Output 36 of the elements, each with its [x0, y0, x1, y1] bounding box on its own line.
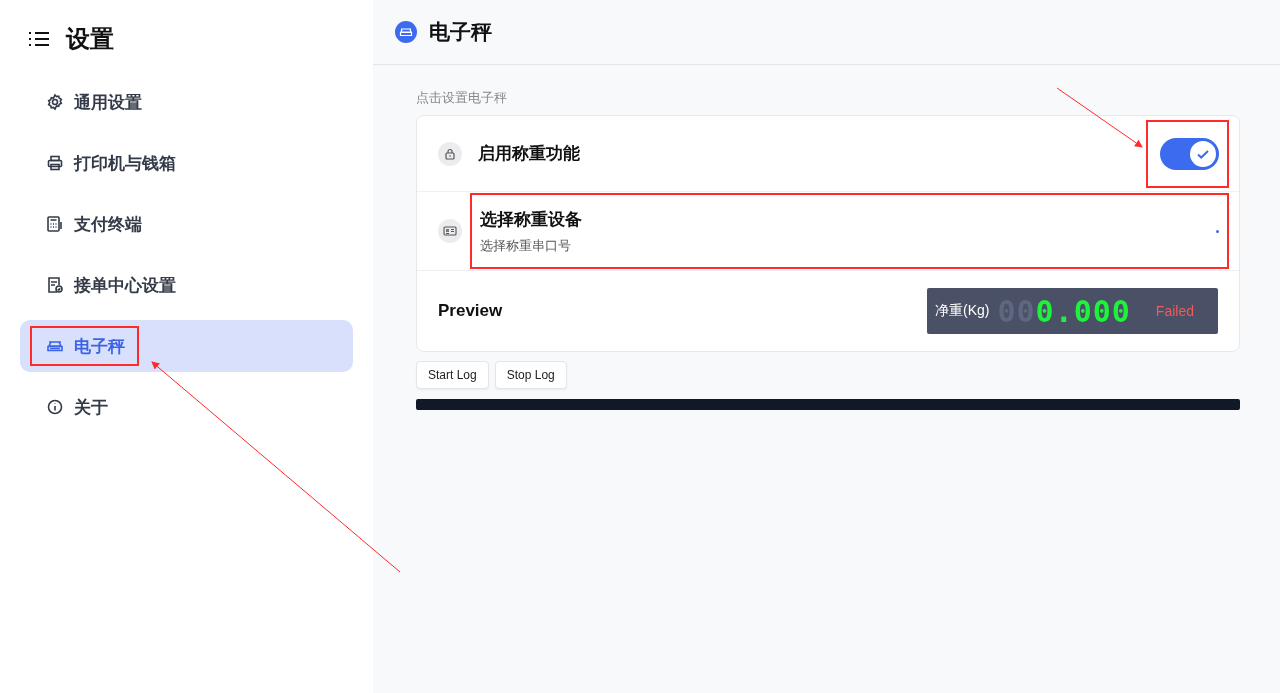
sidebar-item[interactable]: 关于 [20, 381, 353, 433]
sidebar-item[interactable]: 电子秤 [20, 320, 353, 372]
log-button[interactable]: Start Log [416, 361, 489, 389]
gear-icon [46, 93, 64, 111]
sidebar-item-label: 支付终端 [74, 213, 142, 236]
status-text: Failed [1155, 303, 1194, 319]
log-button[interactable]: Stop Log [494, 361, 567, 389]
setting-title: 启用称重功能 [478, 143, 580, 165]
lock-icon [438, 141, 462, 166]
sidebar-item-label: 关于 [74, 396, 108, 419]
device-select-row[interactable]: 选择称重设备 选择称重串口号 [470, 193, 1229, 269]
sidebar-item[interactable]: 支付终端 [20, 198, 353, 250]
info-icon [46, 398, 64, 416]
device-card-icon [438, 219, 462, 243]
calculator-icon [46, 215, 64, 233]
sidebar-item[interactable]: 通用设置 [20, 76, 353, 128]
sidebar-item[interactable]: 打印机与钱箱 [20, 137, 353, 189]
setting-title: 选择称重设备 [480, 208, 582, 231]
preview-title: Preview [438, 301, 503, 321]
toggle-switch[interactable] [1160, 137, 1219, 170]
section-hint: 点击设置电子秤 [416, 89, 508, 107]
sidebar-item-label: 通用设置 [74, 91, 142, 114]
sidebar-item-label: 接单中心设置 [74, 274, 176, 297]
scale-icon [395, 21, 417, 43]
menu-icon[interactable] [28, 30, 50, 48]
weight-value: 0.000 [1035, 293, 1131, 329]
sidebar-item-label: 电子秤 [74, 335, 125, 358]
setting-subtitle: 选择称重串口号 [480, 236, 572, 255]
page-title: 电子秤 [429, 19, 492, 45]
sidebar-title: 设置 [66, 24, 114, 54]
document-check-icon [46, 276, 64, 294]
sidebar-item[interactable]: 接单中心设置 [20, 259, 353, 311]
weight-label: 净重(Kg) [935, 302, 990, 320]
sidebar-item-label: 打印机与钱箱 [74, 152, 176, 175]
dot-icon [1216, 229, 1219, 233]
printer-icon [46, 154, 64, 172]
